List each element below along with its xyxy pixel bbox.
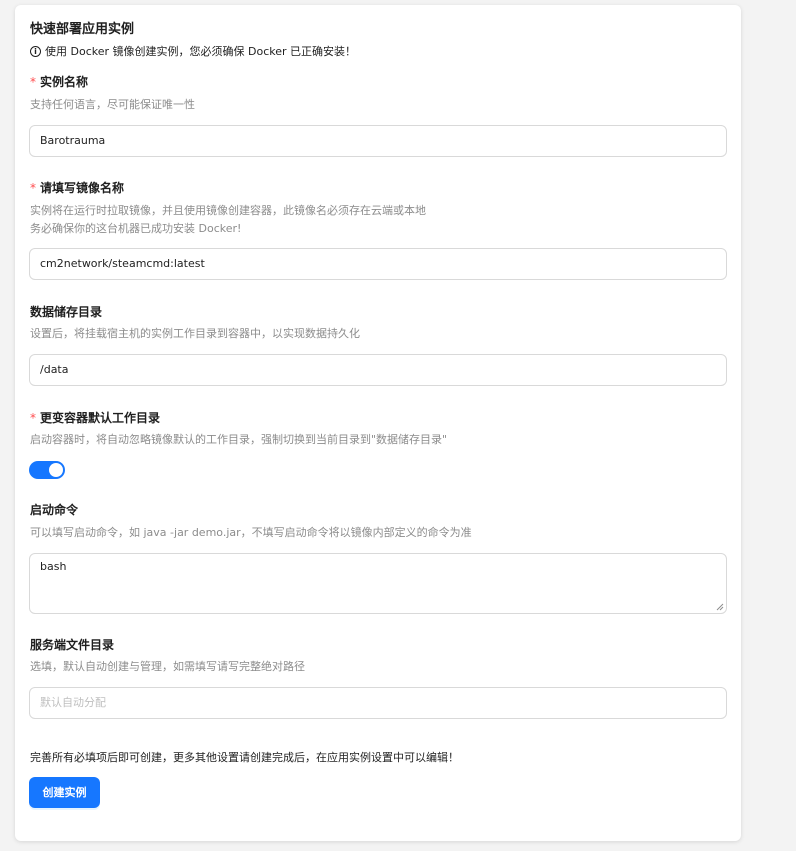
instance-name-label: * 实例名称 xyxy=(30,73,88,90)
data-dir-label: 数据储存目录 xyxy=(30,305,103,319)
required-mark: * xyxy=(30,181,36,195)
image-name-label: * 请填写镜像名称 xyxy=(30,179,124,196)
info-circle-icon: i xyxy=(30,45,41,57)
data-dir-desc: 设置后，将挂载宿主机的实例工作目录到容器中，以实现数据持久化 xyxy=(30,327,360,340)
toggle-knob xyxy=(49,463,63,477)
change-workdir-label-text: 更变容器默认工作目录 xyxy=(40,411,161,425)
data-dir-input[interactable]: /data xyxy=(29,354,727,386)
resize-grip-icon[interactable] xyxy=(716,603,724,611)
required-mark: * xyxy=(30,411,36,425)
form-title: 快速部署应用实例 xyxy=(30,22,135,37)
server-dir-label: 服务端文件目录 xyxy=(30,638,115,652)
start-command-desc: 可以填写启动命令，如 java -jar demo.jar，不填写启动命令将以镜… xyxy=(30,526,472,539)
create-instance-button[interactable]: 创建实例 xyxy=(29,777,100,808)
footer-note: 完善所有必填项后即可创建，更多其他设置请创建完成后，在应用实例设置中可以编辑！ xyxy=(30,751,459,764)
instance-name-input[interactable]: Barotrauma xyxy=(29,125,727,157)
start-command-label: 启动命令 xyxy=(30,503,79,517)
start-command-textarea[interactable]: bash xyxy=(29,553,727,614)
server-dir-desc: 选填，默认自动创建与管理，如需填写请写完整绝对路径 xyxy=(30,660,305,673)
change-workdir-desc: 启动容器时，将自动忽略镜像默认的工作目录，强制切换到当前目录到"数据储存目录" xyxy=(30,433,448,446)
image-name-desc: 实例将在运行时拉取镜像，并且使用镜像创建容器，此镜像名必须存在云端或本地 务必确… xyxy=(30,202,426,238)
instance-name-desc: 支持任何语言，尽可能保证唯一性 xyxy=(30,98,195,111)
image-name-label-text: 请填写镜像名称 xyxy=(40,181,125,195)
docker-notice-text: 使用 Docker 镜像创建实例，您必须确保 Docker 已正确安装！ xyxy=(45,45,357,58)
image-name-input[interactable]: cm2network/steamcmd:latest xyxy=(29,248,727,280)
image-name-desc-line1: 实例将在运行时拉取镜像，并且使用镜像创建容器，此镜像名必须存在云端或本地 xyxy=(30,204,426,217)
required-mark: * xyxy=(30,75,36,89)
change-workdir-label: * 更变容器默认工作目录 xyxy=(30,409,160,426)
instance-name-label-text: 实例名称 xyxy=(40,75,89,89)
image-name-desc-line2: 务必确保你的这台机器已成功安装 Docker! xyxy=(30,222,242,235)
deploy-form-card: 快速部署应用实例 i 使用 Docker 镜像创建实例，您必须确保 Docker… xyxy=(15,5,741,841)
start-command-value: bash xyxy=(40,560,67,573)
docker-notice: i 使用 Docker 镜像创建实例，您必须确保 Docker 已正确安装！ xyxy=(30,43,356,59)
server-dir-input[interactable]: 默认自动分配 xyxy=(29,687,727,719)
change-workdir-toggle[interactable] xyxy=(29,461,65,479)
